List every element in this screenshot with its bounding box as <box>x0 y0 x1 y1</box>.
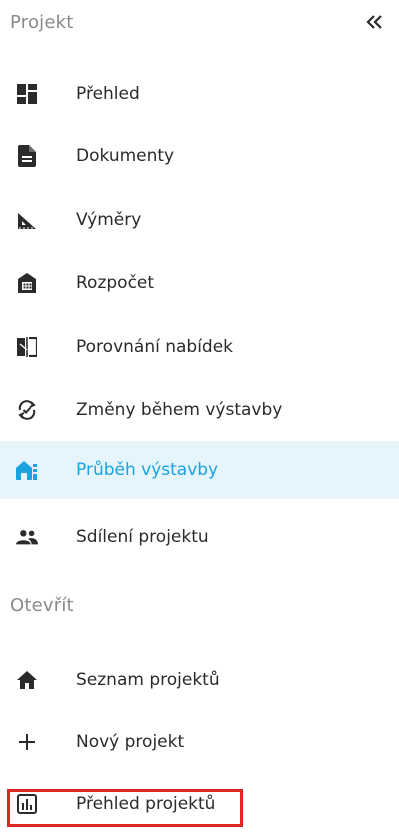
section-title-projekt: Projekt <box>10 12 74 33</box>
document-icon <box>16 145 38 167</box>
sidebar-item-label: Průběh výstavby <box>76 460 219 480</box>
sidebar-item-vymery[interactable]: Výměry <box>0 191 399 249</box>
sidebar-item-sdileni-projektu[interactable]: Sdílení projektu <box>0 508 399 566</box>
home-icon <box>16 669 38 691</box>
sidebar-item-label: Výměry <box>76 210 142 230</box>
bank-calculator-icon <box>16 272 38 294</box>
sidebar-item-label: Dokumenty <box>76 146 175 166</box>
sidebar-item-zmeny-behem-vystavby[interactable]: Změny během výstavby <box>0 381 399 439</box>
sidebar-item-prehled[interactable]: Přehled <box>0 65 399 123</box>
triangle-ruler-icon <box>16 209 38 231</box>
sidebar-item-label: Přehled projektů <box>76 794 216 814</box>
sidebar-item-label: Seznam projektů <box>76 670 220 690</box>
bar-chart-icon <box>16 793 38 815</box>
dashboard-icon <box>16 83 38 105</box>
collapse-sidebar-button[interactable] <box>360 8 390 38</box>
sidebar-item-prehled-projektu[interactable]: Přehled projektů <box>0 775 399 833</box>
double-chevron-left-icon <box>366 14 384 33</box>
sidebar-item-seznam-projektu[interactable]: Seznam projektů <box>0 651 399 709</box>
section-title-otevrit: Otevřít <box>10 595 74 616</box>
sidebar-item-porovnani-nabidek[interactable]: Porovnání nabídek <box>0 318 399 376</box>
sidebar-item-label: Nový projekt <box>76 732 185 752</box>
sidebar-item-label: Porovnání nabídek <box>76 337 234 357</box>
compare-icon <box>16 336 38 358</box>
sidebar-item-rozpocet[interactable]: Rozpočet <box>0 254 399 312</box>
sidebar-item-label: Rozpočet <box>76 273 155 293</box>
sidebar-item-prubeh-vystavby[interactable]: Průběh výstavby <box>0 441 399 499</box>
people-icon <box>16 526 38 548</box>
sidebar-item-dokumenty[interactable]: Dokumenty <box>0 127 399 185</box>
sidebar-item-label: Změny během výstavby <box>76 400 283 420</box>
construction-progress-icon <box>16 459 38 481</box>
sidebar-item-label: Přehled <box>76 84 140 104</box>
plus-icon <box>16 731 38 753</box>
sidebar-item-label: Sdílení projektu <box>76 527 209 547</box>
sidebar-item-novy-projekt[interactable]: Nový projekt <box>0 713 399 771</box>
change-cycle-icon <box>16 399 38 421</box>
